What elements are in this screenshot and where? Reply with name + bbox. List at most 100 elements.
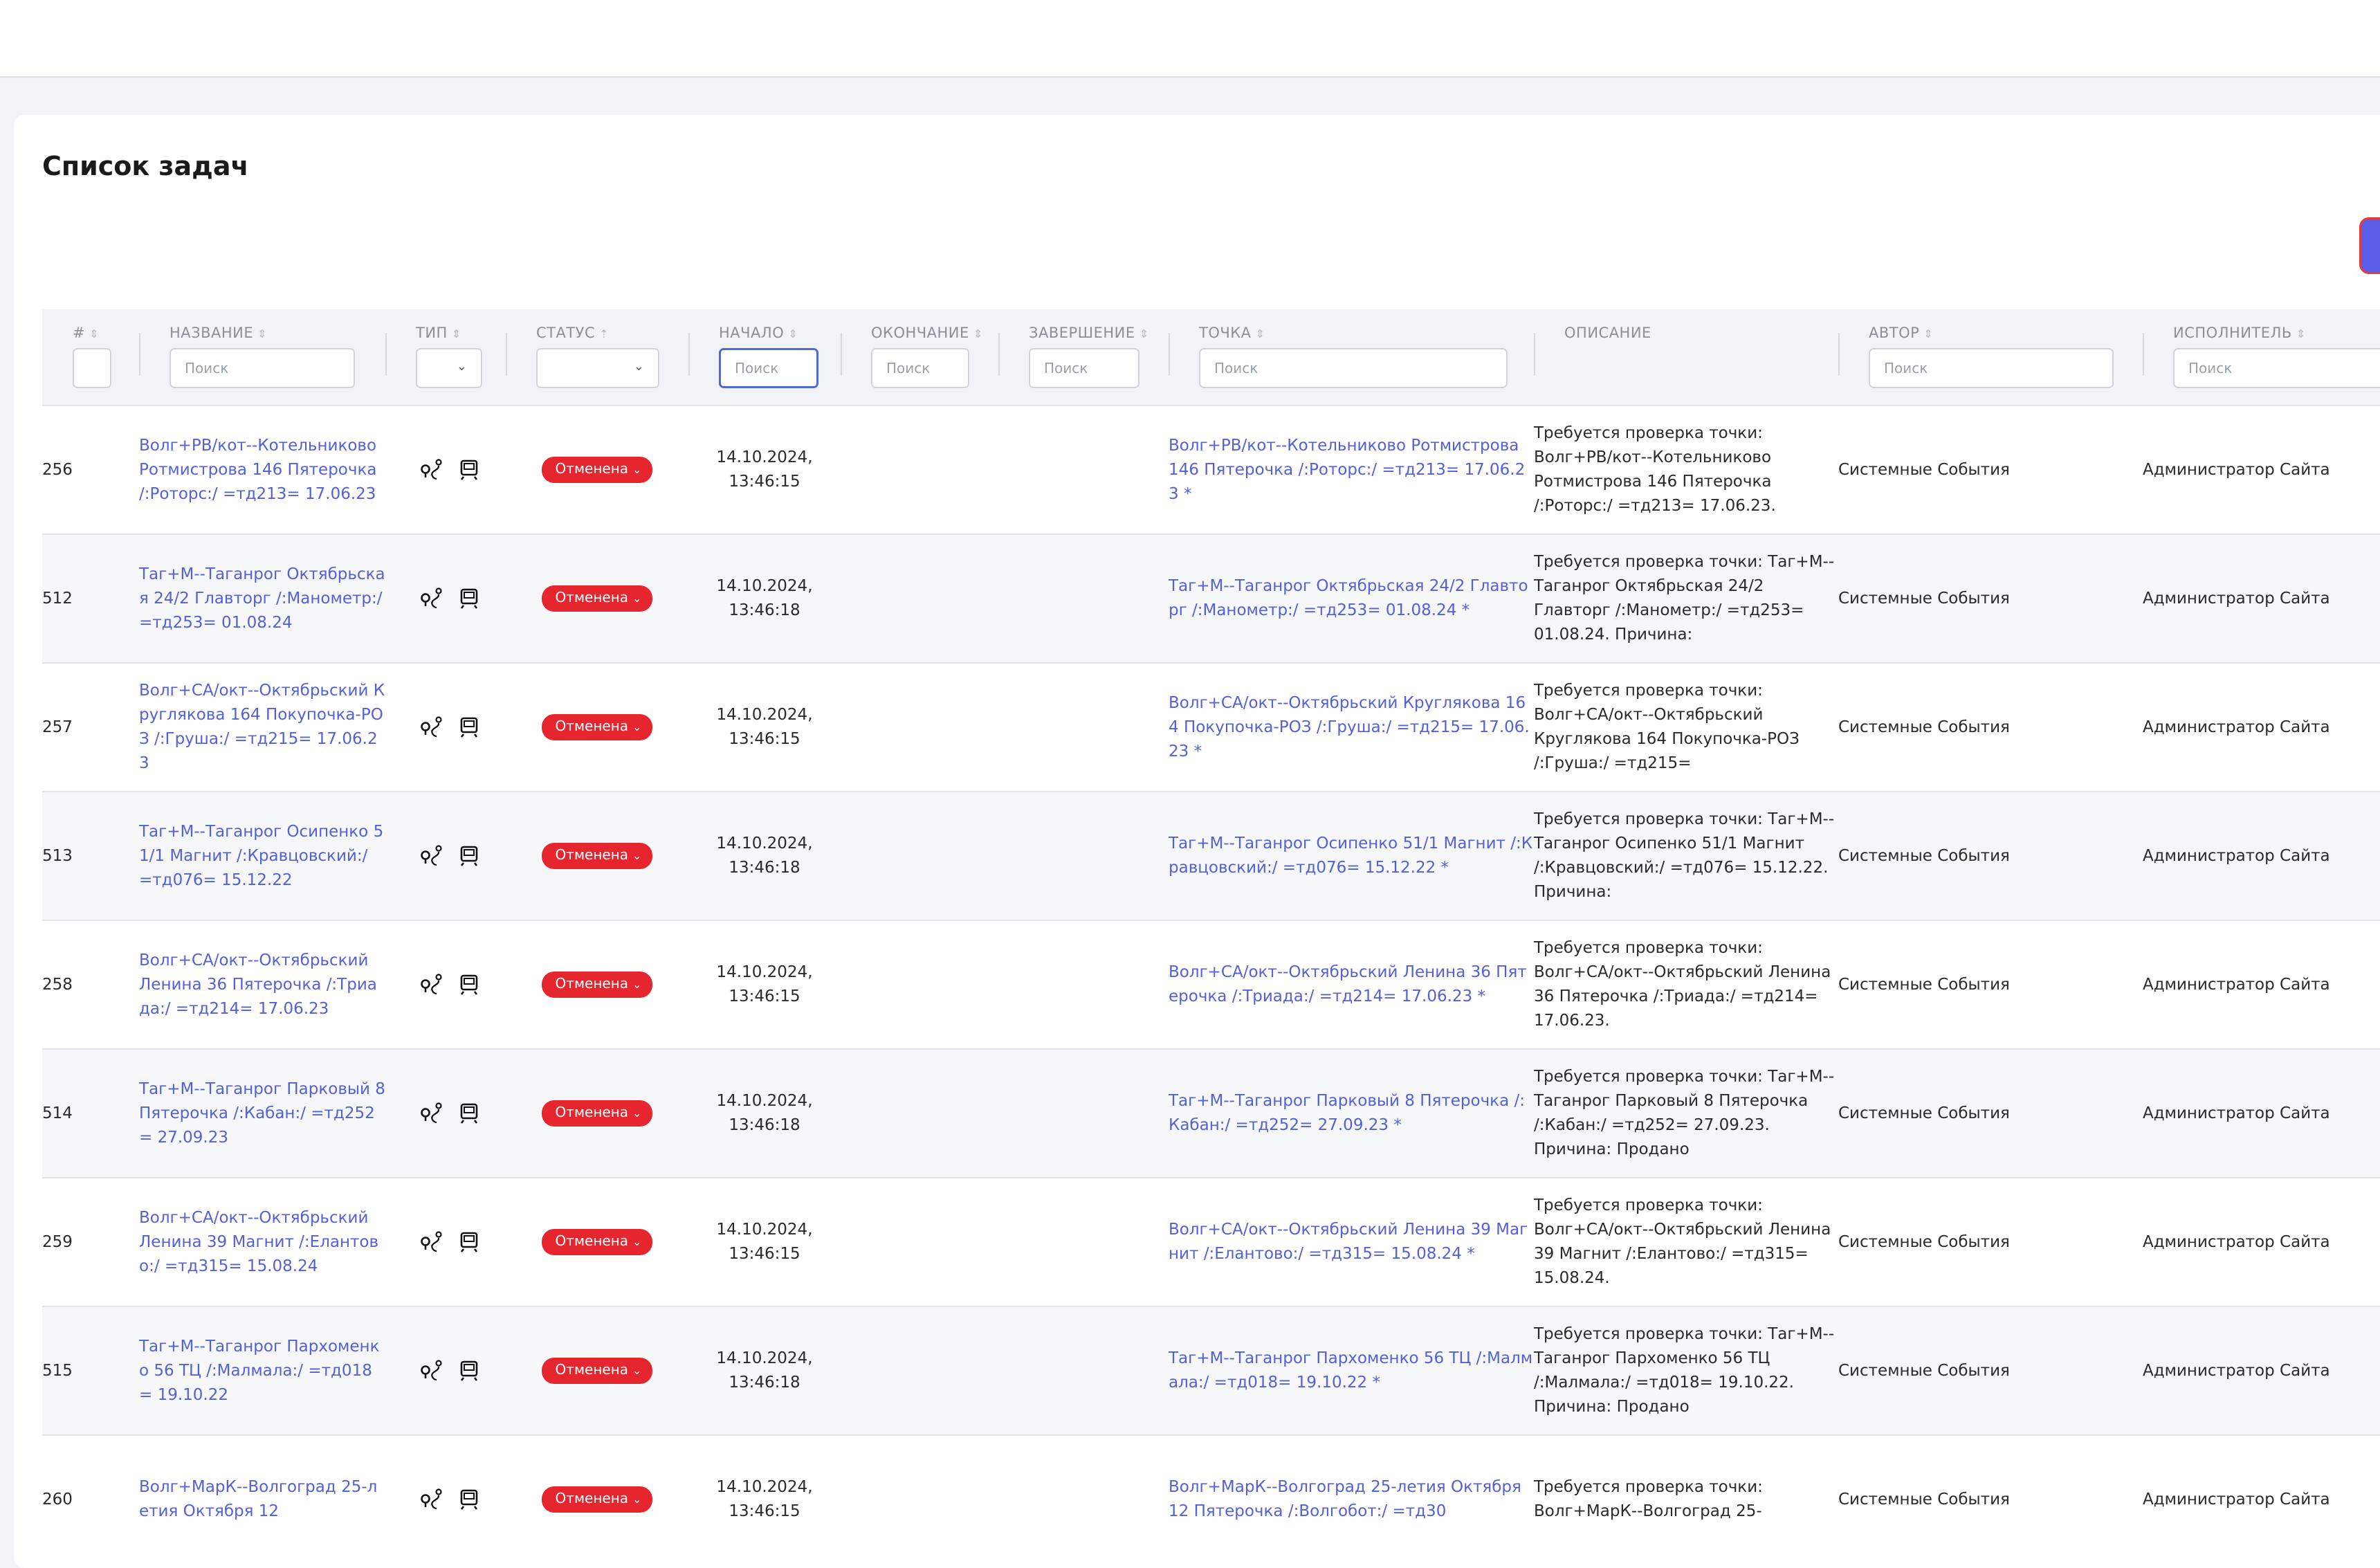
- column-divider: [688, 333, 690, 376]
- status-badge[interactable]: Отменена ⌄: [541, 972, 653, 998]
- status-badge[interactable]: Отменена ⌄: [541, 714, 653, 740]
- sort-icon[interactable]: ⇕: [89, 327, 99, 340]
- col-num[interactable]: # ⇕: [42, 309, 139, 405]
- end-filter-input[interactable]: [871, 348, 969, 388]
- col-start[interactable]: НАЧАЛО ⇕: [688, 309, 841, 405]
- task-point-link[interactable]: Таг+М--Таганрог Пархоменко 56 ТЦ /:Малма…: [1169, 1349, 1532, 1392]
- table-row[interactable]: 256 Волг+РВ/кот--Котельниково Ротмистров…: [42, 405, 2380, 534]
- col-status[interactable]: СТАТУС ⇡ ⌄: [506, 309, 688, 405]
- sort-icon[interactable]: ⇕: [788, 327, 798, 340]
- task-completion-cell: [998, 405, 1169, 534]
- table-row[interactable]: 257 Волг+СА/окт--Октябрьский Кругляковa …: [42, 662, 2380, 792]
- task-executor: Администратор Сайта: [2143, 846, 2330, 865]
- task-name-link[interactable]: Волг+СА/окт--Октябрьский Кругляковa 164 …: [139, 682, 385, 772]
- col-type[interactable]: ТИП ⇕ ⌄: [385, 309, 506, 405]
- task-executor: Администратор Сайта: [2143, 1490, 2330, 1508]
- task-name-link[interactable]: Таг+М--Таганрог Парковый 8 Пятерочка /:К…: [139, 1080, 385, 1147]
- task-number: 513: [42, 791, 139, 920]
- col-point[interactable]: ТОЧКА ⇕: [1169, 309, 1534, 405]
- table-row[interactable]: 515 Таг+М--Таганрог Пархоменко 56 ТЦ /:М…: [42, 1306, 2380, 1435]
- task-point-link[interactable]: Таг+М--Таганрог Октябрьская 24/2 Главтор…: [1169, 577, 1528, 619]
- task-name-link[interactable]: Таг+М--Таганрог Пархоменко 56 ТЦ /:Малма…: [139, 1338, 379, 1404]
- task-name-cell: Волг+СА/окт--Октябрьский Ленина 36 Пятер…: [139, 920, 385, 1049]
- sort-icon[interactable]: ⇕: [1139, 327, 1149, 340]
- column-divider: [385, 333, 387, 376]
- task-name-link[interactable]: Волг+РВ/кот--Котельниково Ротмистрова 14…: [139, 437, 376, 503]
- task-point-link[interactable]: Волг+СА/окт--Октябрьский Ленина 36 Пятер…: [1169, 963, 1527, 1005]
- task-number: 257: [42, 662, 139, 792]
- point-filter-input[interactable]: [1199, 348, 1508, 388]
- task-description-cell: Требуется проверка точки: Таг+М--Таганро…: [1534, 791, 1838, 920]
- task-point-link[interactable]: Волг+МарК--Волгоград 25-летия Октября 12…: [1169, 1478, 1521, 1520]
- status-badge-label: Отменена: [555, 975, 629, 992]
- task-name-link[interactable]: Волг+МарК--Волгоград 25-летия Октября 12: [139, 1478, 377, 1520]
- task-author: Системные События: [1838, 718, 2010, 736]
- task-point-link[interactable]: Волг+СА/окт--Октябрьский Кругляковa 164 …: [1169, 694, 1530, 760]
- chevron-down-icon: ⌄: [632, 1235, 642, 1248]
- status-badge[interactable]: Отменена ⌄: [541, 585, 653, 612]
- name-filter-input[interactable]: [170, 348, 355, 388]
- table-row[interactable]: 259 Волг+СА/окт--Октябрьский Ленина 39 М…: [42, 1177, 2380, 1306]
- sort-asc-icon[interactable]: ⇡: [599, 327, 609, 340]
- status-badge[interactable]: Отменена ⌄: [541, 1486, 653, 1513]
- col-point-label: ТОЧКА: [1199, 325, 1252, 341]
- col-author-label: АВТОР: [1869, 325, 1920, 341]
- sort-icon[interactable]: ⇕: [452, 327, 461, 340]
- route-pin-icon: [421, 716, 442, 738]
- task-name-link[interactable]: Волг+СА/окт--Октябрьский Ленина 36 Пятер…: [139, 951, 377, 1018]
- table-row[interactable]: 512 Таг+М--Таганрог Октябрьская 24/2 Гла…: [42, 534, 2380, 663]
- task-author-cell: Системные События: [1838, 920, 2143, 1049]
- start-filter-input[interactable]: [719, 348, 818, 388]
- task-number: 256: [42, 405, 139, 534]
- sort-icon[interactable]: ⇕: [257, 327, 267, 340]
- task-name-link[interactable]: Таг+М--Таганрог Осипенко 51/1 Магнит /:К…: [139, 823, 383, 889]
- table-row[interactable]: 513 Таг+М--Таганрог Осипенко 51/1 Магнит…: [42, 791, 2380, 920]
- author-filter-input[interactable]: [1869, 348, 2114, 388]
- task-end-cell: [841, 1177, 998, 1306]
- task-point-link[interactable]: Таг+М--Таганрог Парковый 8 Пятерочка /:К…: [1169, 1092, 1525, 1134]
- task-executor-cell: Администратор Сайта: [2143, 1177, 2380, 1306]
- sort-icon[interactable]: ⇕: [1923, 327, 1933, 340]
- task-name-link[interactable]: Таг+М--Таганрог Октябрьская 24/2 Главтор…: [139, 565, 385, 632]
- num-filter-input[interactable]: [73, 348, 111, 388]
- sort-icon[interactable]: ⇕: [973, 327, 983, 340]
- task-point-link[interactable]: Таг+М--Таганрог Осипенко 51/1 Магнит /:К…: [1169, 835, 1532, 877]
- task-author: Системные События: [1838, 1490, 2010, 1508]
- add-task-button[interactable]: [2359, 217, 2380, 274]
- task-status-cell: Отменена ⌄: [506, 405, 688, 534]
- task-number-text: 513: [42, 846, 73, 865]
- status-badge-label: Отменена: [555, 1232, 629, 1249]
- status-badge[interactable]: Отменена ⌄: [541, 1100, 653, 1127]
- status-filter-select[interactable]: ⌄: [536, 348, 659, 388]
- task-description-cell: Требуется проверка точки: Таг+М--Таганро…: [1534, 1048, 1838, 1178]
- task-executor-cell: Администратор Сайта: [2143, 920, 2380, 1049]
- status-badge[interactable]: Отменена ⌄: [541, 1229, 653, 1255]
- table-row[interactable]: 258 Волг+СА/окт--Октябрьский Ленина 36 П…: [42, 920, 2380, 1049]
- executor-filter-input[interactable]: [2173, 348, 2380, 388]
- col-completion[interactable]: ЗАВЕРШЕНИЕ ⇕: [998, 309, 1169, 405]
- status-badge-label: Отменена: [555, 718, 629, 734]
- sort-icon[interactable]: ⇕: [2296, 327, 2306, 340]
- col-name[interactable]: НАЗВАНИЕ ⇕: [139, 309, 385, 405]
- col-author[interactable]: АВТОР ⇕: [1838, 309, 2143, 405]
- completion-filter-input[interactable]: [1029, 348, 1139, 388]
- task-end-cell: [841, 791, 998, 920]
- status-badge[interactable]: Отменена ⌄: [541, 1358, 653, 1384]
- column-divider: [139, 333, 140, 376]
- status-badge[interactable]: Отменена ⌄: [541, 457, 653, 483]
- task-name-link[interactable]: Волг+СА/окт--Октябрьский Ленина 39 Магни…: [139, 1209, 378, 1275]
- table-row[interactable]: 260 Волг+МарК--Волгоград 25-летия Октябр…: [42, 1434, 2380, 1563]
- task-point-link[interactable]: Волг+РВ/кот--Котельниково Ротмистрова 14…: [1169, 437, 1525, 503]
- chevron-down-icon: ⌄: [456, 359, 467, 374]
- type-filter-select[interactable]: ⌄: [416, 348, 482, 388]
- task-start-cell: 14.10.2024, 13:46:15: [688, 662, 841, 792]
- chevron-down-icon: ⌄: [632, 720, 642, 733]
- task-status-cell: Отменена ⌄: [506, 791, 688, 920]
- table-row[interactable]: 514 Таг+М--Таганрог Парковый 8 Пятерочка…: [42, 1048, 2380, 1178]
- sort-icon[interactable]: ⇕: [1256, 327, 1265, 340]
- col-end[interactable]: ОКОНЧАНИЕ ⇕: [841, 309, 998, 405]
- task-point-link[interactable]: Волг+СА/окт--Октябрьский Ленина 39 Магни…: [1169, 1221, 1528, 1263]
- task-author: Системные События: [1838, 1232, 2010, 1251]
- col-executor[interactable]: ИСПОЛНИТЕЛЬ ⇕: [2143, 309, 2380, 405]
- status-badge[interactable]: Отменена ⌄: [541, 843, 653, 869]
